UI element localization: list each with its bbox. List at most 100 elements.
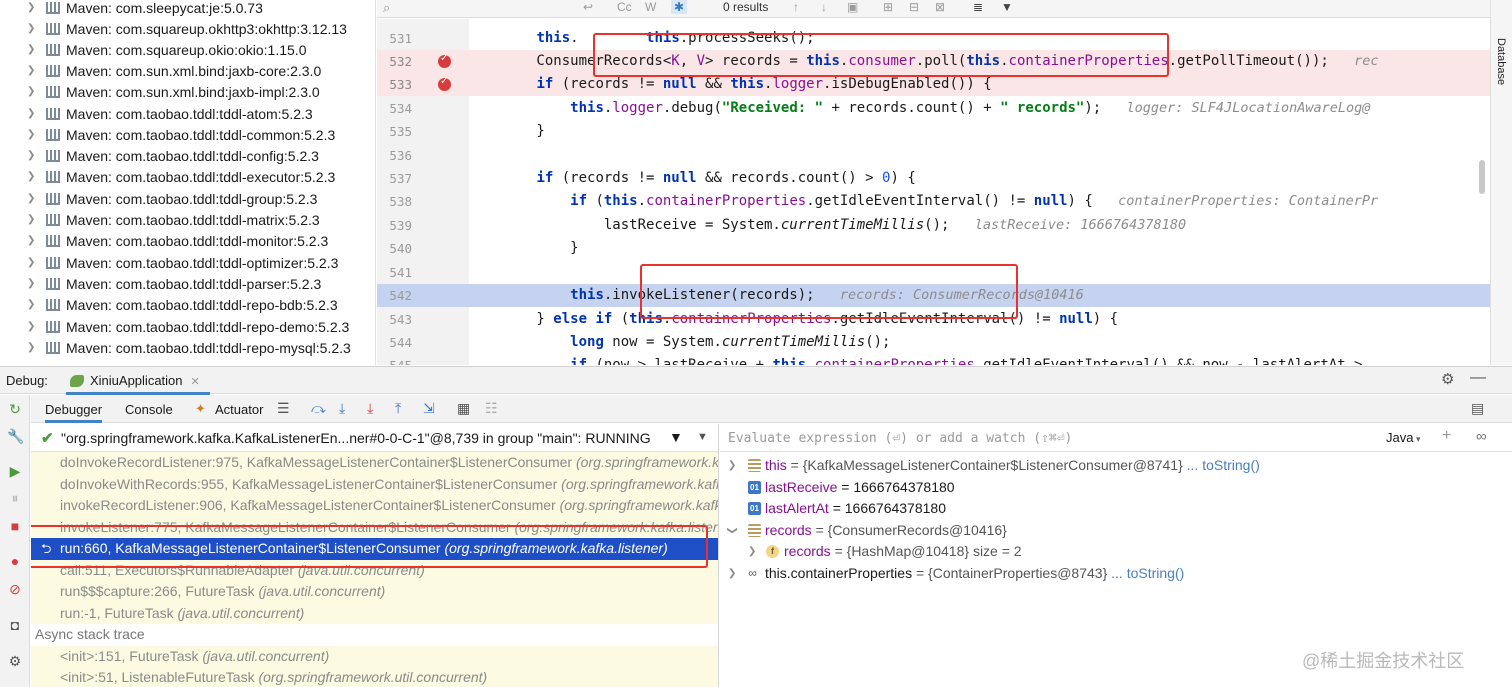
undo-icon[interactable]: ↩ <box>583 0 593 14</box>
tree-item[interactable]: ❯ Maven: com.taobao.tddl:tddl-config:5.2.… <box>0 145 319 166</box>
variable-row[interactable]: ❯ ∞ this.containerProperties = {Containe… <box>720 563 1512 585</box>
variable-row[interactable]: ❯ records = {ConsumerRecords@10416} <box>720 520 1512 542</box>
filter-icon[interactable]: ▼ <box>1001 0 1013 14</box>
tab-actuator[interactable]: ✦ Actuator <box>195 395 263 423</box>
next-occurrence-icon[interactable]: ↓ <box>821 0 827 14</box>
resume-icon[interactable]: ▶ <box>7 463 23 479</box>
chevron-right-icon[interactable]: ❯ <box>27 2 37 13</box>
chevron-right-icon[interactable]: ❯ <box>27 193 37 204</box>
previous-occurrence-icon[interactable]: ↑ <box>793 0 799 14</box>
chevron-right-icon[interactable]: ❯ <box>27 86 37 97</box>
code-line[interactable]: 544 long now = System.currentTimeMillis(… <box>377 331 1490 354</box>
chevron-right-icon[interactable]: ❯ <box>27 171 37 182</box>
evaluate-expression-field[interactable]: Evaluate expression (⏎) or add a watch (… <box>720 424 1512 452</box>
breakpoint-icon[interactable] <box>438 53 451 68</box>
evaluate-icon[interactable]: ▦ <box>457 400 470 417</box>
chevron-down-icon[interactable]: ▼ <box>697 431 708 443</box>
filter-icon[interactable]: ▼ <box>669 429 683 445</box>
mute-breakpoints-icon[interactable]: ⊘ <box>7 581 23 597</box>
code-line[interactable]: 536 <box>377 144 1490 167</box>
settings-icon[interactable]: ⚙ <box>7 653 23 669</box>
code-line[interactable]: 534 this.logger.debug("Received: " + rec… <box>377 97 1490 120</box>
tree-item[interactable]: ❯ Maven: com.taobao.tddl:tddl-optimizer:5… <box>0 252 338 273</box>
code-editor[interactable]: ⌕ ↩ Cc W ✱ 0 results ↑ ↓ ▣ ⊞ ⊟ ⊠ ≣ ▼ 531… <box>377 0 1490 365</box>
tree-item[interactable]: ❯ Maven: com.taobao.tddl:tddl-matrix:5.2.… <box>0 209 320 230</box>
chevron-right-icon[interactable]: ❯ <box>27 342 37 353</box>
stack-frame[interactable]: doInvokeRecordListener:975, KafkaMessage… <box>31 452 718 474</box>
select-all-icon[interactable]: ⊠ <box>935 0 945 14</box>
whole-word-toggle[interactable]: W <box>645 0 656 14</box>
chevron-right-icon[interactable]: ❯ <box>27 150 37 161</box>
tab-console[interactable]: Console <box>125 395 173 423</box>
pause-icon[interactable]: ⏸ <box>7 490 23 506</box>
chevron-right-icon[interactable]: ❯ <box>728 455 736 476</box>
step-into-icon[interactable]: ⤓ <box>339 400 345 417</box>
chevron-right-icon[interactable]: ❯ <box>27 235 37 246</box>
chevron-right-icon[interactable]: ❯ <box>27 299 37 310</box>
tree-item[interactable]: ❯ Maven: com.taobao.tddl:tddl-repo-demo:5… <box>0 316 349 337</box>
select-all-occurrences-icon[interactable]: ▣ <box>847 0 858 14</box>
tree-item[interactable]: ❯ Maven: com.taobao.tddl:tddl-repo-mysql:… <box>0 337 351 358</box>
variable-row[interactable]: ❯ this = {KafkaMessageListenerContainer$… <box>720 455 1512 477</box>
gear-icon[interactable]: ⚙ <box>1441 370 1454 388</box>
remove-selection-icon[interactable]: ⊟ <box>909 0 919 14</box>
chevron-down-icon[interactable]: ❯ <box>722 526 743 534</box>
variable-row[interactable]: 01 lastReceive = 1666764378180 <box>720 477 1512 499</box>
chevron-right-icon[interactable]: ❯ <box>748 541 756 562</box>
chevron-right-icon[interactable]: ❯ <box>27 214 37 225</box>
code-line[interactable]: 538 if (this.containerProperties.getIdle… <box>377 190 1490 213</box>
wrench-icon[interactable]: 🔧 <box>7 428 24 444</box>
layout-icon[interactable]: ▤ <box>1471 400 1484 417</box>
match-case-toggle[interactable]: Cc <box>617 0 632 14</box>
tree-item[interactable]: ❯ Maven: com.taobao.tddl:tddl-parser:5.2.… <box>0 273 321 294</box>
search-icon[interactable]: ⌕ <box>383 0 390 16</box>
tab-debugger[interactable]: Debugger <box>45 395 103 423</box>
camera-icon[interactable]: ◘ <box>7 617 23 633</box>
tree-item[interactable]: ❯ Maven: com.sleepycat:je:5.0.73 <box>0 0 263 18</box>
add-selection-icon[interactable]: ⊞ <box>883 0 893 14</box>
run-config-tab[interactable]: XiniuApplication ✕ <box>66 367 210 395</box>
tree-item[interactable]: ❯ Maven: com.taobao.tddl:tddl-atom:5.2.3 <box>0 103 313 124</box>
chevron-right-icon[interactable]: ❯ <box>27 257 37 268</box>
variable-row[interactable]: 01 lastAlertAt = 1666764378180 <box>720 498 1512 520</box>
step-over-icon[interactable]: ⤼ <box>311 400 326 417</box>
tree-item[interactable]: ❯ Maven: com.taobao.tddl:tddl-common:5.2.… <box>0 124 335 145</box>
stop-icon[interactable]: ■ <box>7 518 23 534</box>
filter-options-icon[interactable]: ≣ <box>973 0 983 14</box>
code-line[interactable]: 545 if (now > lastReceive + this.contain… <box>377 354 1490 365</box>
step-out-icon[interactable]: ⤒ <box>395 400 401 417</box>
stack-frame[interactable]: <init>:51, ListenableFutureTask (org.spr… <box>31 667 718 687</box>
editor-scrollbar[interactable] <box>1479 160 1485 194</box>
chevron-right-icon[interactable]: ❯ <box>27 278 37 289</box>
tree-item[interactable]: ❯ Maven: com.sun.xml.bind:jaxb-impl:2.3.0 <box>0 81 320 102</box>
code-line[interactable]: 539 lastReceive = System.currentTimeMill… <box>377 214 1490 237</box>
database-tool-label[interactable]: Database <box>1495 38 1507 85</box>
minimize-icon[interactable]: — <box>1470 369 1486 387</box>
chevron-right-icon[interactable]: ❯ <box>27 108 37 119</box>
tree-item[interactable]: ❯ Maven: com.taobao.tddl:tddl-group:5.2.3 <box>0 188 317 209</box>
chevron-right-icon[interactable]: ❯ <box>27 321 37 332</box>
stack-frame[interactable]: run:-1, FutureTask (java.util.concurrent… <box>31 602 718 624</box>
chevron-right-icon[interactable]: ❯ <box>27 23 37 34</box>
code-line[interactable]: 535 } <box>377 120 1490 143</box>
rerun-icon[interactable]: ↻ <box>7 401 23 417</box>
regex-toggle[interactable]: ✱ <box>671 0 688 14</box>
database-tool-strip[interactable]: Database <box>1490 0 1512 365</box>
stack-frame[interactable]: run$$$capture:266, FutureTask (java.util… <box>31 581 718 603</box>
close-icon[interactable]: ✕ <box>191 376 200 388</box>
stack-frame[interactable]: doInvokeWithRecords:955, KafkaMessageLis… <box>31 473 718 495</box>
thread-selector[interactable]: ✔ "org.springframework.kafka.KafkaListen… <box>31 424 718 452</box>
chevron-right-icon[interactable]: ❯ <box>728 563 736 584</box>
menu-icon[interactable]: ☰ <box>277 400 290 417</box>
chevron-right-icon[interactable]: ❯ <box>27 44 37 55</box>
watches-icon[interactable]: ∞ <box>1476 428 1487 445</box>
run-to-cursor-icon[interactable]: ⇲ <box>423 400 435 417</box>
chevron-right-icon[interactable]: ❯ <box>27 129 37 140</box>
tree-item[interactable]: ❯ Maven: com.sun.xml.bind:jaxb-core:2.3.0 <box>0 60 321 81</box>
trace-icon[interactable]: ☷ <box>485 400 498 417</box>
view-breakpoints-icon[interactable]: ● <box>7 553 23 569</box>
variable-row[interactable]: ❯ f records = {HashMap@10418} size = 2 <box>720 541 1512 563</box>
force-step-into-icon[interactable]: ⤓ <box>367 400 373 417</box>
tree-item[interactable]: ❯ Maven: com.squareup.okio:okio:1.15.0 <box>0 39 306 60</box>
stack-frame[interactable]: invokeRecordListener:906, KafkaMessageLi… <box>31 495 718 517</box>
